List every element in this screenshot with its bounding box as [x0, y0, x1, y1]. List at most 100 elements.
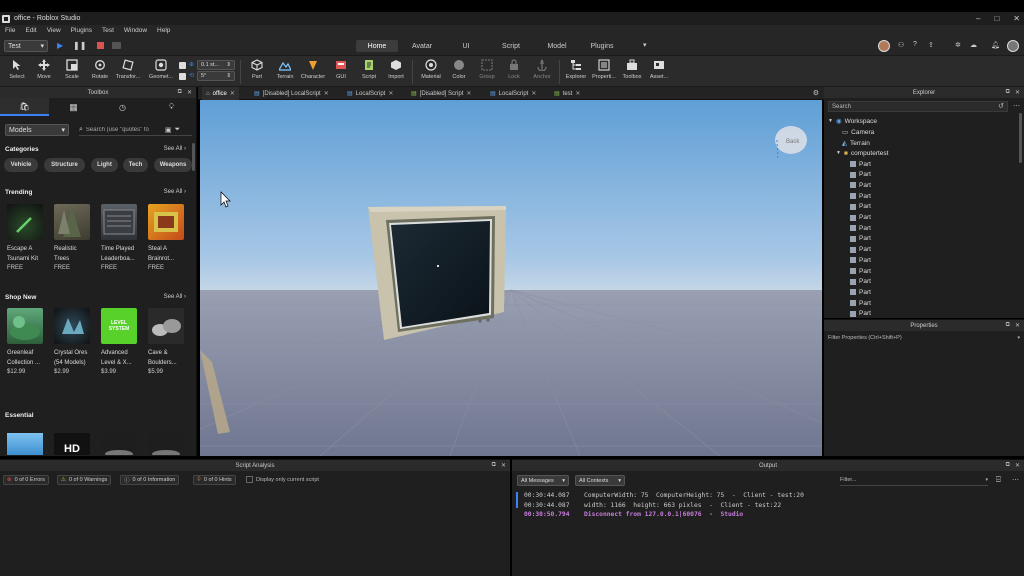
pause-icon[interactable]: ❚❚ — [73, 41, 86, 50]
asset-card[interactable]: LEVEL SYSTEM Advanced Level & X... $3.99 — [101, 308, 141, 377]
chip-light[interactable]: Light — [91, 158, 118, 172]
asset-card[interactable]: Escape A Tsunami Kit FREE — [7, 204, 47, 273]
popout-icon[interactable]: ⧉ — [492, 462, 496, 469]
toolbox-search-input[interactable]: Search (use "quotes" fo — [86, 127, 162, 133]
select-tool[interactable]: Select — [4, 59, 30, 86]
tree-item-part[interactable]: Part — [850, 213, 871, 223]
tab-inventory[interactable]: ▦ — [49, 98, 98, 116]
lock-tool[interactable]: Lock — [501, 59, 527, 86]
current-script-toggle[interactable]: Display only current script — [246, 476, 319, 483]
people-icon[interactable]: ⚇ — [898, 41, 904, 49]
gui-tool[interactable]: GUI — [328, 59, 354, 86]
explorer-search-input[interactable]: Search — [832, 104, 851, 110]
tree-item-part[interactable]: Part — [850, 287, 871, 297]
chevron-down-icon[interactable]: ▾ — [1017, 335, 1020, 341]
asset-card[interactable]: Greenleaf Collection ... $12.99 — [7, 308, 47, 377]
tree-item-part[interactable]: Part — [850, 245, 871, 255]
anchor-tool[interactable]: Anchor — [529, 59, 555, 86]
asset-card[interactable]: Steal A Brainrot... FREE — [148, 204, 188, 273]
material-tool[interactable]: Material — [418, 59, 444, 86]
doc-tab-test[interactable]: ▤ test ✕ — [550, 87, 584, 100]
doc-tab-disabled-localscript[interactable]: ▤ [Disabled] LocalScript ✕ — [250, 87, 333, 100]
popout-icon[interactable]: ⧉ — [1006, 322, 1010, 329]
tree-item-part[interactable]: Part — [850, 223, 871, 233]
tab-avatar[interactable]: Avatar — [403, 40, 441, 52]
filter-icon[interactable]: ⏷ — [175, 126, 181, 134]
more-options-icon[interactable]: ⋯ — [1013, 102, 1020, 110]
import-tool[interactable]: Import — [383, 59, 409, 86]
rotate-tool[interactable]: Rotate — [87, 59, 113, 86]
menu-edit[interactable]: Edit — [25, 27, 36, 34]
color-tool[interactable]: Color — [446, 59, 472, 86]
rotate-step-input[interactable]: 5° ⇕ — [197, 71, 235, 81]
character-tool[interactable]: Character — [300, 59, 326, 86]
close-tab-icon[interactable]: ✕ — [324, 90, 329, 97]
3d-viewport[interactable]: Back — [200, 100, 822, 456]
notification-bell-icon[interactable]: 🔔︎ — [991, 41, 1000, 49]
menu-test[interactable]: Test — [102, 27, 114, 34]
asset-manager-tool[interactable]: Asset... — [646, 59, 672, 86]
properties-filter-input[interactable]: Filter Properties (Ctrl+Shift+P) — [828, 335, 902, 341]
chip-tech[interactable]: Tech — [123, 158, 148, 172]
menu-view[interactable]: View — [47, 27, 61, 34]
tab-script[interactable]: Script — [494, 40, 528, 52]
scale-tool[interactable]: Scale — [59, 59, 85, 86]
output-filter[interactable]: Filter... ▾ — [840, 475, 988, 486]
terrain-tool[interactable]: Terrain — [272, 59, 298, 86]
help-icon[interactable]: ? — [913, 41, 917, 48]
tree-item-part[interactable]: Part — [850, 277, 871, 287]
mode-select[interactable]: Test ▾ — [4, 40, 48, 52]
info-filter-button[interactable]: ⓘ 0 of 0 Information — [120, 475, 180, 485]
tree-item-part[interactable]: Part — [850, 159, 871, 169]
asset-thumbnail[interactable] — [148, 433, 184, 458]
geometry-tool[interactable]: Geomet... — [148, 59, 174, 86]
more-options-icon[interactable]: ⋯ — [1012, 476, 1019, 484]
explorer-search[interactable]: Search ↺ — [828, 101, 1008, 112]
maximize-button[interactable]: □ — [994, 14, 999, 23]
tab-marketplace[interactable]: 🛍︎ — [0, 98, 49, 116]
warnings-filter-button[interactable]: ⚠ 0 of 0 Warnings — [57, 475, 112, 485]
close-panel-icon[interactable]: ✕ — [501, 462, 506, 469]
explorer-scrollbar[interactable] — [1019, 113, 1022, 163]
collaborate-icon[interactable]: ✲ — [955, 41, 961, 49]
minimize-button[interactable]: – — [976, 14, 980, 23]
category-select[interactable]: Models ▾ — [5, 124, 69, 136]
errors-filter-button[interactable]: ⊗ 0 of 0 Errors — [3, 475, 49, 485]
tree-item-computertest[interactable]: ▼ ■ computertest — [836, 148, 888, 158]
categories-see-all-link[interactable]: See All › — [164, 146, 186, 152]
messages-filter-select[interactable]: All Messages ▾ — [517, 475, 569, 486]
tree-item-part[interactable]: Part — [850, 180, 871, 190]
toolbox-search[interactable]: ⌕ Search (use "quotes" fo ▣ ⏷ — [79, 124, 192, 136]
tab-home[interactable]: Home — [356, 40, 398, 52]
image-search-icon[interactable]: ▣ — [165, 126, 172, 134]
toolbox-scrollbar[interactable] — [192, 143, 195, 171]
toolbox-tool[interactable]: Toolbox — [619, 59, 645, 86]
tree-item-part[interactable]: Part — [850, 234, 871, 244]
close-panel-icon[interactable]: ✕ — [187, 89, 192, 96]
menu-help[interactable]: Help — [157, 27, 170, 34]
tree-item-camera[interactable]: ▭ Camera — [842, 127, 874, 137]
popout-icon[interactable]: ⧉ — [1006, 462, 1010, 469]
history-icon[interactable]: ↺ — [998, 102, 1004, 110]
camera-mode-icon[interactable] — [112, 42, 121, 49]
close-tab-icon[interactable]: ✕ — [230, 90, 235, 97]
menu-plugins[interactable]: Plugins — [71, 27, 92, 34]
avatar[interactable] — [878, 40, 890, 52]
doc-tab-disabled-script[interactable]: ▤ [Disabled] Script ✕ — [407, 87, 475, 100]
asset-thumbnail[interactable] — [7, 433, 43, 455]
asset-thumbnail[interactable] — [101, 433, 137, 458]
properties-filter[interactable]: Filter Properties (Ctrl+Shift+P) ▾ — [828, 333, 1020, 343]
close-panel-icon[interactable]: ✕ — [1015, 89, 1020, 96]
tab-ui[interactable]: UI — [452, 40, 480, 52]
more-tabs-chevron-icon[interactable]: ▾ — [643, 41, 647, 49]
script-tool[interactable]: Script — [356, 59, 382, 86]
asset-thumbnail[interactable]: HD — [54, 433, 90, 455]
tree-item-workspace[interactable]: ▼ ◉ Workspace — [828, 116, 877, 126]
menu-file[interactable]: File — [5, 27, 15, 34]
shop-new-see-all-link[interactable]: See All › — [164, 294, 186, 300]
asset-card[interactable]: Time Played Leaderboa... FREE — [101, 204, 141, 273]
stop-icon[interactable] — [97, 42, 104, 49]
checkbox[interactable] — [246, 476, 253, 483]
close-tab-icon[interactable]: ✕ — [466, 90, 471, 97]
share-icon[interactable]: ⇪ — [928, 41, 934, 49]
